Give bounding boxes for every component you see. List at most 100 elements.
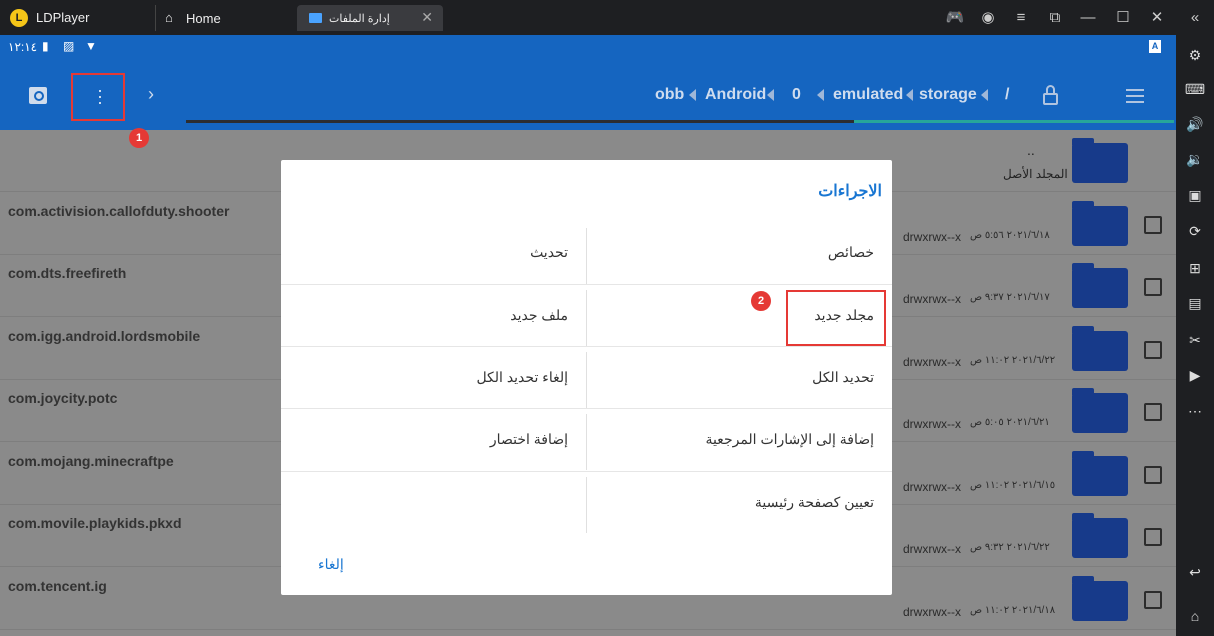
lock-icon[interactable] <box>1043 85 1058 105</box>
android-status-bar: ١٢:١٤ ▮ ▨ ▼ A <box>0 35 1176 60</box>
more-options-button[interactable]: · · · <box>71 73 125 121</box>
divider <box>586 228 587 284</box>
option-new-file[interactable]: ملف جديد <box>510 307 568 324</box>
new-folder-highlight <box>786 290 886 346</box>
row-checkbox[interactable] <box>1144 216 1162 234</box>
divider <box>586 290 587 346</box>
option-select-all[interactable]: تحديد الكل <box>812 369 874 386</box>
file-permissions: drwxrwx--x <box>903 230 961 244</box>
volume-down-icon[interactable]: 🔉 <box>1184 148 1206 170</box>
option-add-shortcut[interactable]: إضافة اختصار <box>490 431 568 448</box>
tab-file-manager-label: إدارة الملفات <box>329 13 390 25</box>
breadcrumb-obb[interactable]: obb <box>655 86 684 104</box>
keyboard-indicator: A <box>1149 40 1161 53</box>
row-checkbox[interactable] <box>1144 591 1162 609</box>
file-name: com.movile.playkids.pkxd <box>8 515 182 531</box>
breadcrumb-separator-icon <box>767 89 774 101</box>
apk-icon[interactable]: ▤ <box>1184 292 1206 314</box>
search-icon[interactable] <box>29 87 47 104</box>
breadcrumb-scroll-indicator <box>186 120 1174 123</box>
hamburger-menu-icon[interactable] <box>1126 89 1144 103</box>
scissors-icon[interactable]: ✂ <box>1184 329 1206 351</box>
more-vert-icon: · · · <box>97 80 103 112</box>
parent-dots: .. <box>1027 142 1035 158</box>
row-checkbox[interactable] <box>1144 403 1162 421</box>
forward-icon[interactable]: › <box>148 84 154 105</box>
back-icon[interactable]: ↩ <box>1184 561 1206 583</box>
divider <box>586 352 587 408</box>
parent-folder-label: المجلد الأصل <box>1003 167 1068 181</box>
minimize-icon[interactable]: — <box>1078 8 1098 28</box>
option-refresh[interactable]: تحديث <box>530 244 568 261</box>
breadcrumb-storage[interactable]: storage <box>919 86 977 104</box>
file-name: com.tencent.ig <box>8 578 107 594</box>
file-name: com.igg.android.lordsmobile <box>8 328 201 344</box>
file-date: ٢٠٢١/٦/٢٢ ١١:٠٢ ص <box>970 355 1056 366</box>
folder-icon <box>1072 388 1128 433</box>
more-icon[interactable]: ⋯ <box>1184 400 1206 422</box>
folder-icon <box>1072 513 1128 558</box>
popout-icon[interactable]: ⧉ <box>1045 8 1065 28</box>
settings-icon[interactable]: ⚙ <box>1184 44 1206 66</box>
volume-up-icon[interactable]: 🔊 <box>1184 113 1206 135</box>
screenshot-icon[interactable]: ▣ <box>1184 184 1206 206</box>
file-name: com.joycity.potc <box>8 390 118 406</box>
file-name: com.dts.freefireth <box>8 265 127 281</box>
breadcrumb-0[interactable]: 0 <box>792 86 801 104</box>
step-badge-1: 1 <box>129 128 149 148</box>
dialog-title: الاجراءات <box>818 183 882 200</box>
file-permissions: drwxrwx--x <box>903 542 961 556</box>
collapse-icon[interactable]: « <box>1185 8 1205 28</box>
clock: ١٢:١٤ <box>8 40 38 54</box>
gamepad-icon[interactable]: 🎮 <box>945 8 965 28</box>
add-app-icon[interactable]: ⊞ <box>1184 257 1206 279</box>
breadcrumb-emulated[interactable]: emulated <box>833 86 903 104</box>
divider <box>586 477 587 533</box>
row-checkbox[interactable] <box>1144 278 1162 296</box>
breadcrumb-android[interactable]: Android <box>705 86 766 104</box>
folder-icon <box>1072 138 1128 183</box>
option-add-bookmark[interactable]: إضافة إلى الإشارات المرجعية <box>705 431 874 448</box>
home-icon: ⌂ <box>165 10 173 25</box>
account-icon[interactable]: ◉ <box>978 8 998 28</box>
file-date: ٢٠٢١/٦/١٨ ٥:٥٦ ص <box>970 230 1050 241</box>
video-icon[interactable]: ▶ <box>1184 364 1206 386</box>
file-date: ٢٠٢١/٦/١٧ ٩:٣٧ ص <box>970 292 1050 303</box>
emulator-sidebar: ⚙ ⌨ 🔊 🔉 ▣ ⟳ ⊞ ▤ ✂ ▶ ⋯ ↩ ⌂ <box>1176 35 1214 636</box>
divider <box>281 346 892 347</box>
close-icon[interactable]: ✕ <box>1147 8 1167 28</box>
breadcrumb-root[interactable]: / <box>1005 86 1009 104</box>
actions-dialog: الاجراءات خصائص تحديث مجلد جديد ملف جديد… <box>281 160 892 595</box>
app-name: LDPlayer <box>36 10 90 25</box>
close-tab-icon[interactable]: ✕ <box>421 9 433 26</box>
row-checkbox[interactable] <box>1144 528 1162 546</box>
folder-icon <box>1072 326 1128 371</box>
file-name: com.activision.callofduty.shooter <box>8 203 230 219</box>
tab-file-manager[interactable]: إدارة الملفات ✕ <box>297 5 443 31</box>
file-permissions: drwxrwx--x <box>903 417 961 431</box>
maximize-icon[interactable]: ☐ <box>1113 8 1133 28</box>
row-checkbox[interactable] <box>1144 341 1162 359</box>
tab-home[interactable]: ⌂ Home <box>155 5 291 31</box>
record-icon[interactable]: ⟳ <box>1184 220 1206 242</box>
wifi-icon: ▼ <box>85 39 97 53</box>
file-date: ٢٠٢١/٦/٢٢ ٩:٣٢ ص <box>970 542 1050 553</box>
breadcrumb-separator-icon <box>817 89 824 101</box>
keyboard-icon[interactable]: ⌨ <box>1184 78 1206 100</box>
divider <box>281 284 892 285</box>
folder-icon <box>309 13 322 23</box>
no-sim-icon: ▨ <box>63 39 75 53</box>
home-nav-icon[interactable]: ⌂ <box>1184 605 1206 627</box>
window-title-bar: L LDPlayer ⌂ Home إدارة الملفات ✕ 🎮 ◉ ≡ … <box>0 0 1214 35</box>
row-checkbox[interactable] <box>1144 466 1162 484</box>
option-properties[interactable]: خصائص <box>828 244 874 261</box>
divider <box>281 408 892 409</box>
file-permissions: drwxrwx--x <box>903 480 961 494</box>
file-permissions: drwxrwx--x <box>903 355 961 369</box>
menu-icon[interactable]: ≡ <box>1011 8 1031 28</box>
option-set-home[interactable]: تعيين كصفحة رئيسية <box>755 494 874 511</box>
cancel-button[interactable]: إلغاء <box>318 556 344 573</box>
option-deselect-all[interactable]: إلغاء تحديد الكل <box>476 369 568 386</box>
file-date: ٢٠٢١/٦/١٨ ١١:٠٢ ص <box>970 605 1056 616</box>
breadcrumb-separator-icon <box>906 89 913 101</box>
